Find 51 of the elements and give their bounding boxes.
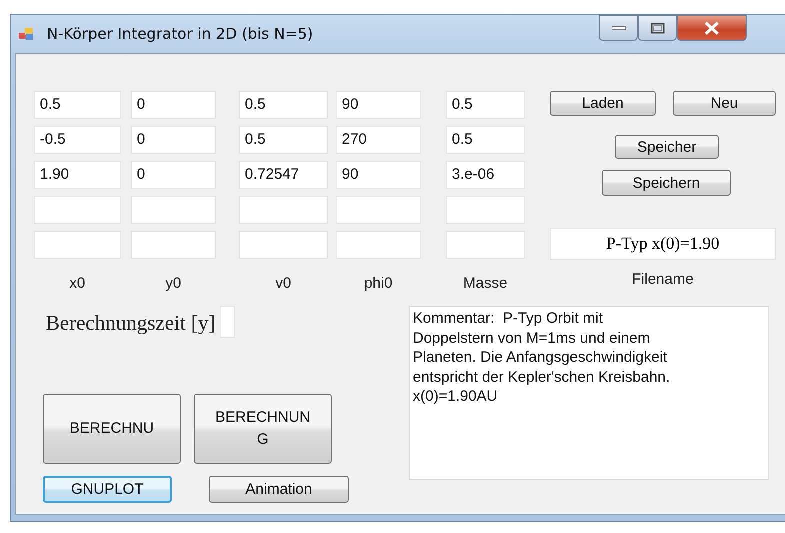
text-field[interactable]: 0.72547 — [239, 161, 328, 189]
text-field[interactable]: 0.5 — [446, 91, 525, 119]
text-field[interactable]: 90 — [336, 91, 421, 119]
app-icon — [19, 27, 35, 41]
calculate-button[interactable]: BERECHNU — [43, 394, 181, 464]
window-title: N-Körper Integrator in 2D (bis N=5) — [47, 25, 314, 43]
text-field[interactable]: 0 — [131, 126, 216, 154]
column-label: phi0 — [364, 275, 393, 292]
filename-label: Filename — [632, 271, 694, 288]
text-field[interactable] — [446, 231, 525, 259]
text-field[interactable] — [34, 196, 121, 224]
column-label: y0 — [166, 275, 182, 292]
close-button[interactable] — [677, 15, 747, 41]
filename-field[interactable]: P-Typ x(0)=1.90 — [550, 228, 776, 260]
text-field[interactable]: 0 — [131, 161, 216, 189]
text-field[interactable] — [336, 196, 421, 224]
text-field[interactable]: 0.5 — [239, 91, 328, 119]
minimize-button[interactable] — [599, 15, 638, 41]
new-button[interactable]: Neu — [673, 91, 776, 116]
calc-time-label: Berechnungszeit [y] — [46, 311, 216, 336]
animation-button[interactable]: Animation — [209, 476, 349, 503]
text-field[interactable]: 270 — [336, 126, 421, 154]
text-field[interactable]: 0.5 — [239, 126, 328, 154]
text-field[interactable] — [239, 196, 328, 224]
text-field[interactable]: 90 — [336, 161, 421, 189]
text-field[interactable] — [336, 231, 421, 259]
calculate-button[interactable]: BERECHNUN G — [194, 394, 332, 464]
text-field[interactable]: 0.5 — [446, 126, 525, 154]
text-field[interactable] — [34, 231, 121, 259]
maximize-icon — [650, 22, 664, 34]
save-button[interactable]: Speichern — [602, 170, 731, 196]
text-field[interactable] — [446, 196, 525, 224]
text-field[interactable]: -0.5 — [34, 126, 121, 154]
text-field[interactable]: 3.e-06 — [446, 161, 525, 189]
close-icon — [704, 22, 720, 34]
minimize-icon — [612, 25, 626, 31]
comment-field[interactable]: Kommentar: P-Typ Orbit mit Doppelstern von M=1ms und einem Planeten. Die Anfangsgeschwindigkeit entspricht der Kepler'schen Kreisbahn. x(0)=1.90AU — [409, 306, 769, 480]
text-field[interactable]: 0 — [131, 91, 216, 119]
text-field[interactable]: 1.90 — [34, 161, 121, 189]
text-field[interactable] — [239, 231, 328, 259]
text-field[interactable]: 0.5 — [34, 91, 121, 119]
text-field[interactable] — [131, 231, 216, 259]
maximize-button[interactable] — [638, 15, 677, 41]
column-label: v0 — [276, 275, 292, 292]
gnuplot-button[interactable]: GNUPLOT — [43, 476, 172, 503]
column-label: Masse — [463, 275, 508, 292]
column-label: x0 — [70, 275, 86, 292]
store-button[interactable]: Speicher — [615, 135, 719, 159]
load-button[interactable]: Laden — [550, 91, 656, 116]
calc-time-field[interactable] — [220, 306, 235, 338]
text-field[interactable] — [131, 196, 216, 224]
